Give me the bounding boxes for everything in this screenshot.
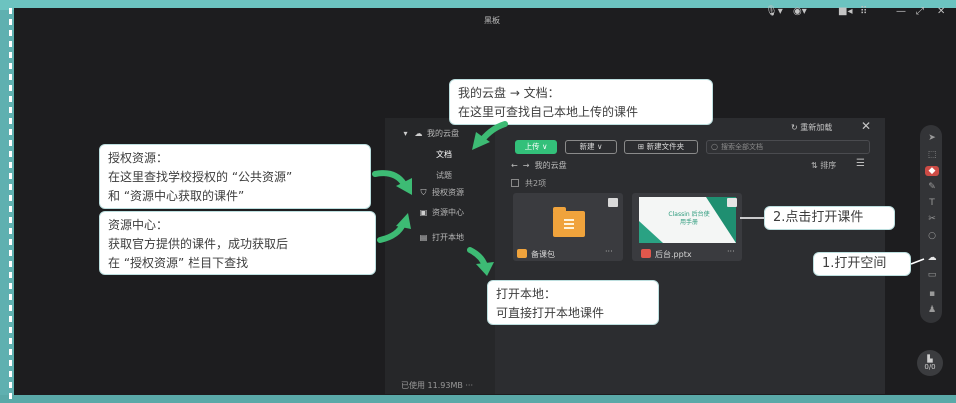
annotation-arrows [372,121,925,276]
arrow-to-authorized [372,170,407,187]
pointer-line-space [910,258,925,265]
arrow-to-open-local-head [476,262,494,276]
arrow-to-documents [479,121,508,143]
